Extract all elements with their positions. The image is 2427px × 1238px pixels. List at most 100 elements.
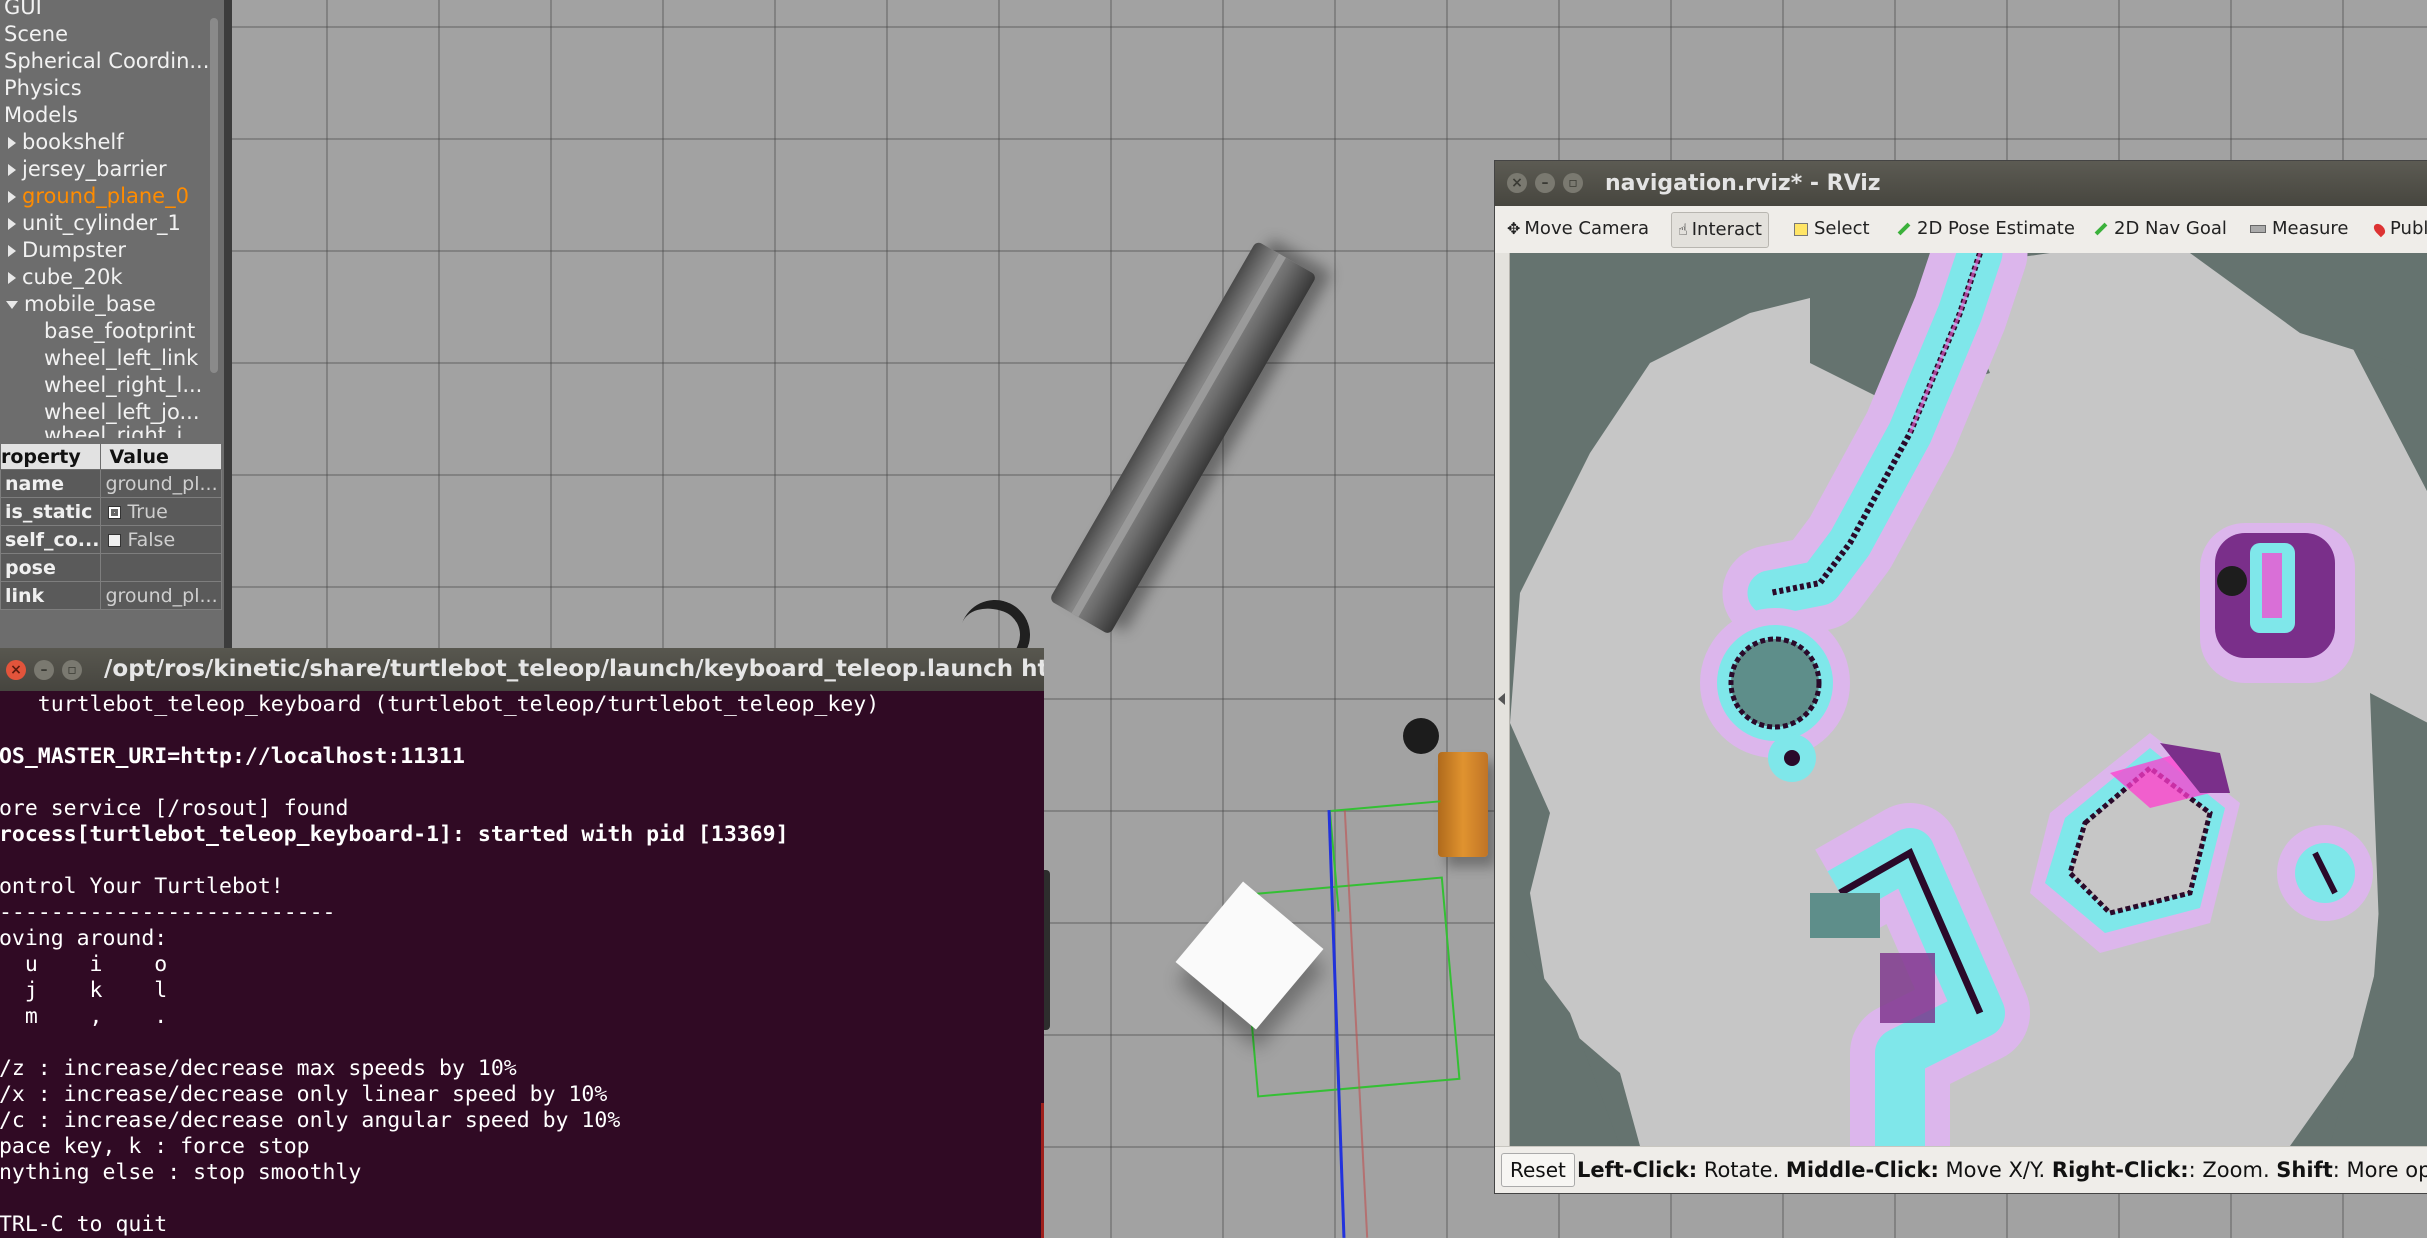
property-value[interactable]: True [100,497,222,526]
property-row-pose[interactable]: pose [0,553,222,582]
status-hint: Left-Click: Rotate. Middle-Click: Move X… [1577,1147,2427,1193]
tree-item-unit-cylinder[interactable]: unit_cylinder_1 [8,210,181,237]
checkbox-unchecked[interactable] [108,533,122,547]
tool-measure[interactable]: Measure [2244,212,2355,246]
expand-arrow-icon[interactable] [8,245,16,257]
property-row-name[interactable]: name ground_pl... [0,469,222,498]
terminal-line: CTRL-C to quit [0,1212,168,1237]
tree-item-label: cube_20k [22,265,123,289]
terminal-line: ROS_MASTER_URI=http://localhost:11311 [0,744,465,769]
panel-splitter[interactable] [224,0,232,650]
rviz-side-panel-toggle[interactable] [1495,253,1510,1153]
tree-item-bookshelf[interactable]: bookshelf [8,129,124,156]
tree-item-jersey-barrier[interactable]: jersey_barrier [8,156,167,183]
tool-interact[interactable]: ☝ Interact [1671,212,1769,248]
checkbox-label: False [127,528,176,551]
terminal-scroll-marker [1041,1103,1044,1238]
hint-text: Rotate. [1697,1158,1786,1182]
property-row-is-static[interactable]: is_static True [0,497,222,526]
terminal-line: w/x : increase/decrease only linear spee… [0,1082,608,1107]
rviz-3d-view[interactable] [1510,253,2427,1146]
terminal-line: j k l [0,978,168,1003]
tree-item-gui[interactable]: GUI [4,0,42,21]
tree-item-models[interactable]: Models [4,102,78,129]
property-row-link[interactable]: link ground_pl... [0,581,222,610]
tool-label: Measure [2272,218,2349,239]
publish-point-icon [2371,221,2388,237]
tool-select[interactable]: Select [1788,212,1876,246]
tool-label: Select [1814,218,1870,239]
unit-cylinder-model[interactable] [1403,718,1439,754]
property-value [100,553,222,582]
tree-item-cube-20k[interactable]: cube_20k [8,264,123,291]
tree-item-wheel-left-link[interactable]: wheel_left_link [44,345,198,372]
tree-item-mobile-base[interactable]: mobile_base [6,291,156,318]
close-icon[interactable]: × [1507,173,1527,193]
properties-table: roperty Value name ground_pl... is_stati… [0,443,222,610]
tree-item-spherical-coordinates[interactable]: Spherical Coordin... [4,48,209,75]
hint-text: : More options. [2332,1158,2427,1182]
tree-item-scene[interactable]: Scene [4,21,68,48]
rviz-titlebar[interactable]: × – ▫ navigation.rviz* - RViz [1495,161,2427,206]
collapse-arrow-icon[interactable] [6,301,18,309]
tool-move-camera[interactable]: ✥ Move Camera [1501,212,1655,246]
property-key: self_co... [0,525,102,554]
maximize-icon[interactable]: ▫ [62,660,82,680]
tree-item-ground-plane[interactable]: ground_plane_0 [8,183,189,210]
rviz-toolbar: ✥ Move Camera ☝ Interact Select 2D Pose Es… [1495,206,2427,254]
terminal-line: space key, k : force stop [0,1134,310,1159]
expand-arrow-icon[interactable] [8,218,16,230]
checkbox-checked[interactable] [108,505,122,519]
obstacle-ring [1728,636,1822,730]
minimize-icon[interactable]: – [1535,173,1555,193]
property-value[interactable]: ground_pl... [100,469,222,498]
tree-item-base-footprint[interactable]: base_footprint [44,318,195,345]
tree-item-label: mobile_base [24,292,156,316]
obstacle-zone [1880,953,1935,1023]
property-key: link [0,581,102,610]
expand-arrow-icon[interactable] [8,164,16,176]
chevron-left-icon[interactable] [1498,693,1505,705]
hint-key: Left-Click: [1577,1158,1698,1182]
terminal-line: Control Your Turtlebot! [0,874,284,899]
terminal-titlebar[interactable]: × – ▫ /opt/ros/kinetic/share/turtlebot_t… [0,648,1044,691]
terminal-output[interactable]: turtlebot_teleop_keyboard (turtlebot_tel… [0,692,1044,1238]
terminal-window[interactable]: × – ▫ /opt/ros/kinetic/share/turtlebot_t… [0,648,1044,1238]
property-value[interactable]: False [100,525,222,554]
rviz-window[interactable]: × – ▫ navigation.rviz* - RViz ✥ Move Came… [1494,160,2427,1194]
move-camera-icon: ✥ [1507,219,1521,238]
terminal-line: Moving around: [0,926,168,951]
tree-item-wheel-right-link[interactable]: wheel_right_l... [44,372,202,399]
jersey-barrier-model[interactable] [1049,240,1318,635]
terminal-line: --------------------------- [0,900,336,925]
tool-publish-point[interactable]: Publish Point [2369,212,2427,246]
maximize-icon[interactable]: ▫ [1563,173,1583,193]
minimize-icon[interactable]: – [34,660,54,680]
tree-item-label: jersey_barrier [22,157,167,181]
tool-label: Publish Point [2390,218,2427,239]
tool-2d-pose-estimate[interactable]: 2D Pose Estimate [1891,212,2081,246]
reset-button[interactable]: Reset [1501,1153,1575,1187]
checkbox-label: True [127,500,168,523]
tree-item-physics[interactable]: Physics [4,75,82,102]
close-icon[interactable]: × [6,660,26,680]
terminal-title: /opt/ros/kinetic/share/turtlebot_teleop/… [104,656,1044,682]
unknown-patch [1810,893,1880,938]
tool-label: 2D Nav Goal [2114,218,2227,239]
tree-item-dumpster[interactable]: Dumpster [8,237,126,264]
tree-item-wheel-right-joint[interactable]: wheel_right_j... [44,422,202,438]
expand-arrow-icon[interactable] [8,272,16,284]
tree-scrollbar[interactable] [210,18,218,373]
property-key: pose [0,553,102,582]
terminal-line: process[turtlebot_teleop_keyboard-1]: st… [0,822,789,847]
expand-arrow-icon[interactable] [8,191,16,203]
robot-marker[interactable] [2217,566,2247,596]
cube-20k-model[interactable] [1438,752,1488,857]
expand-arrow-icon[interactable] [8,137,16,149]
tool-2d-nav-goal[interactable]: 2D Nav Goal [2088,212,2233,246]
lethal-core [2262,553,2282,618]
property-value[interactable]: ground_pl... [100,581,222,610]
property-row-self-collide[interactable]: self_co... False [0,525,222,554]
